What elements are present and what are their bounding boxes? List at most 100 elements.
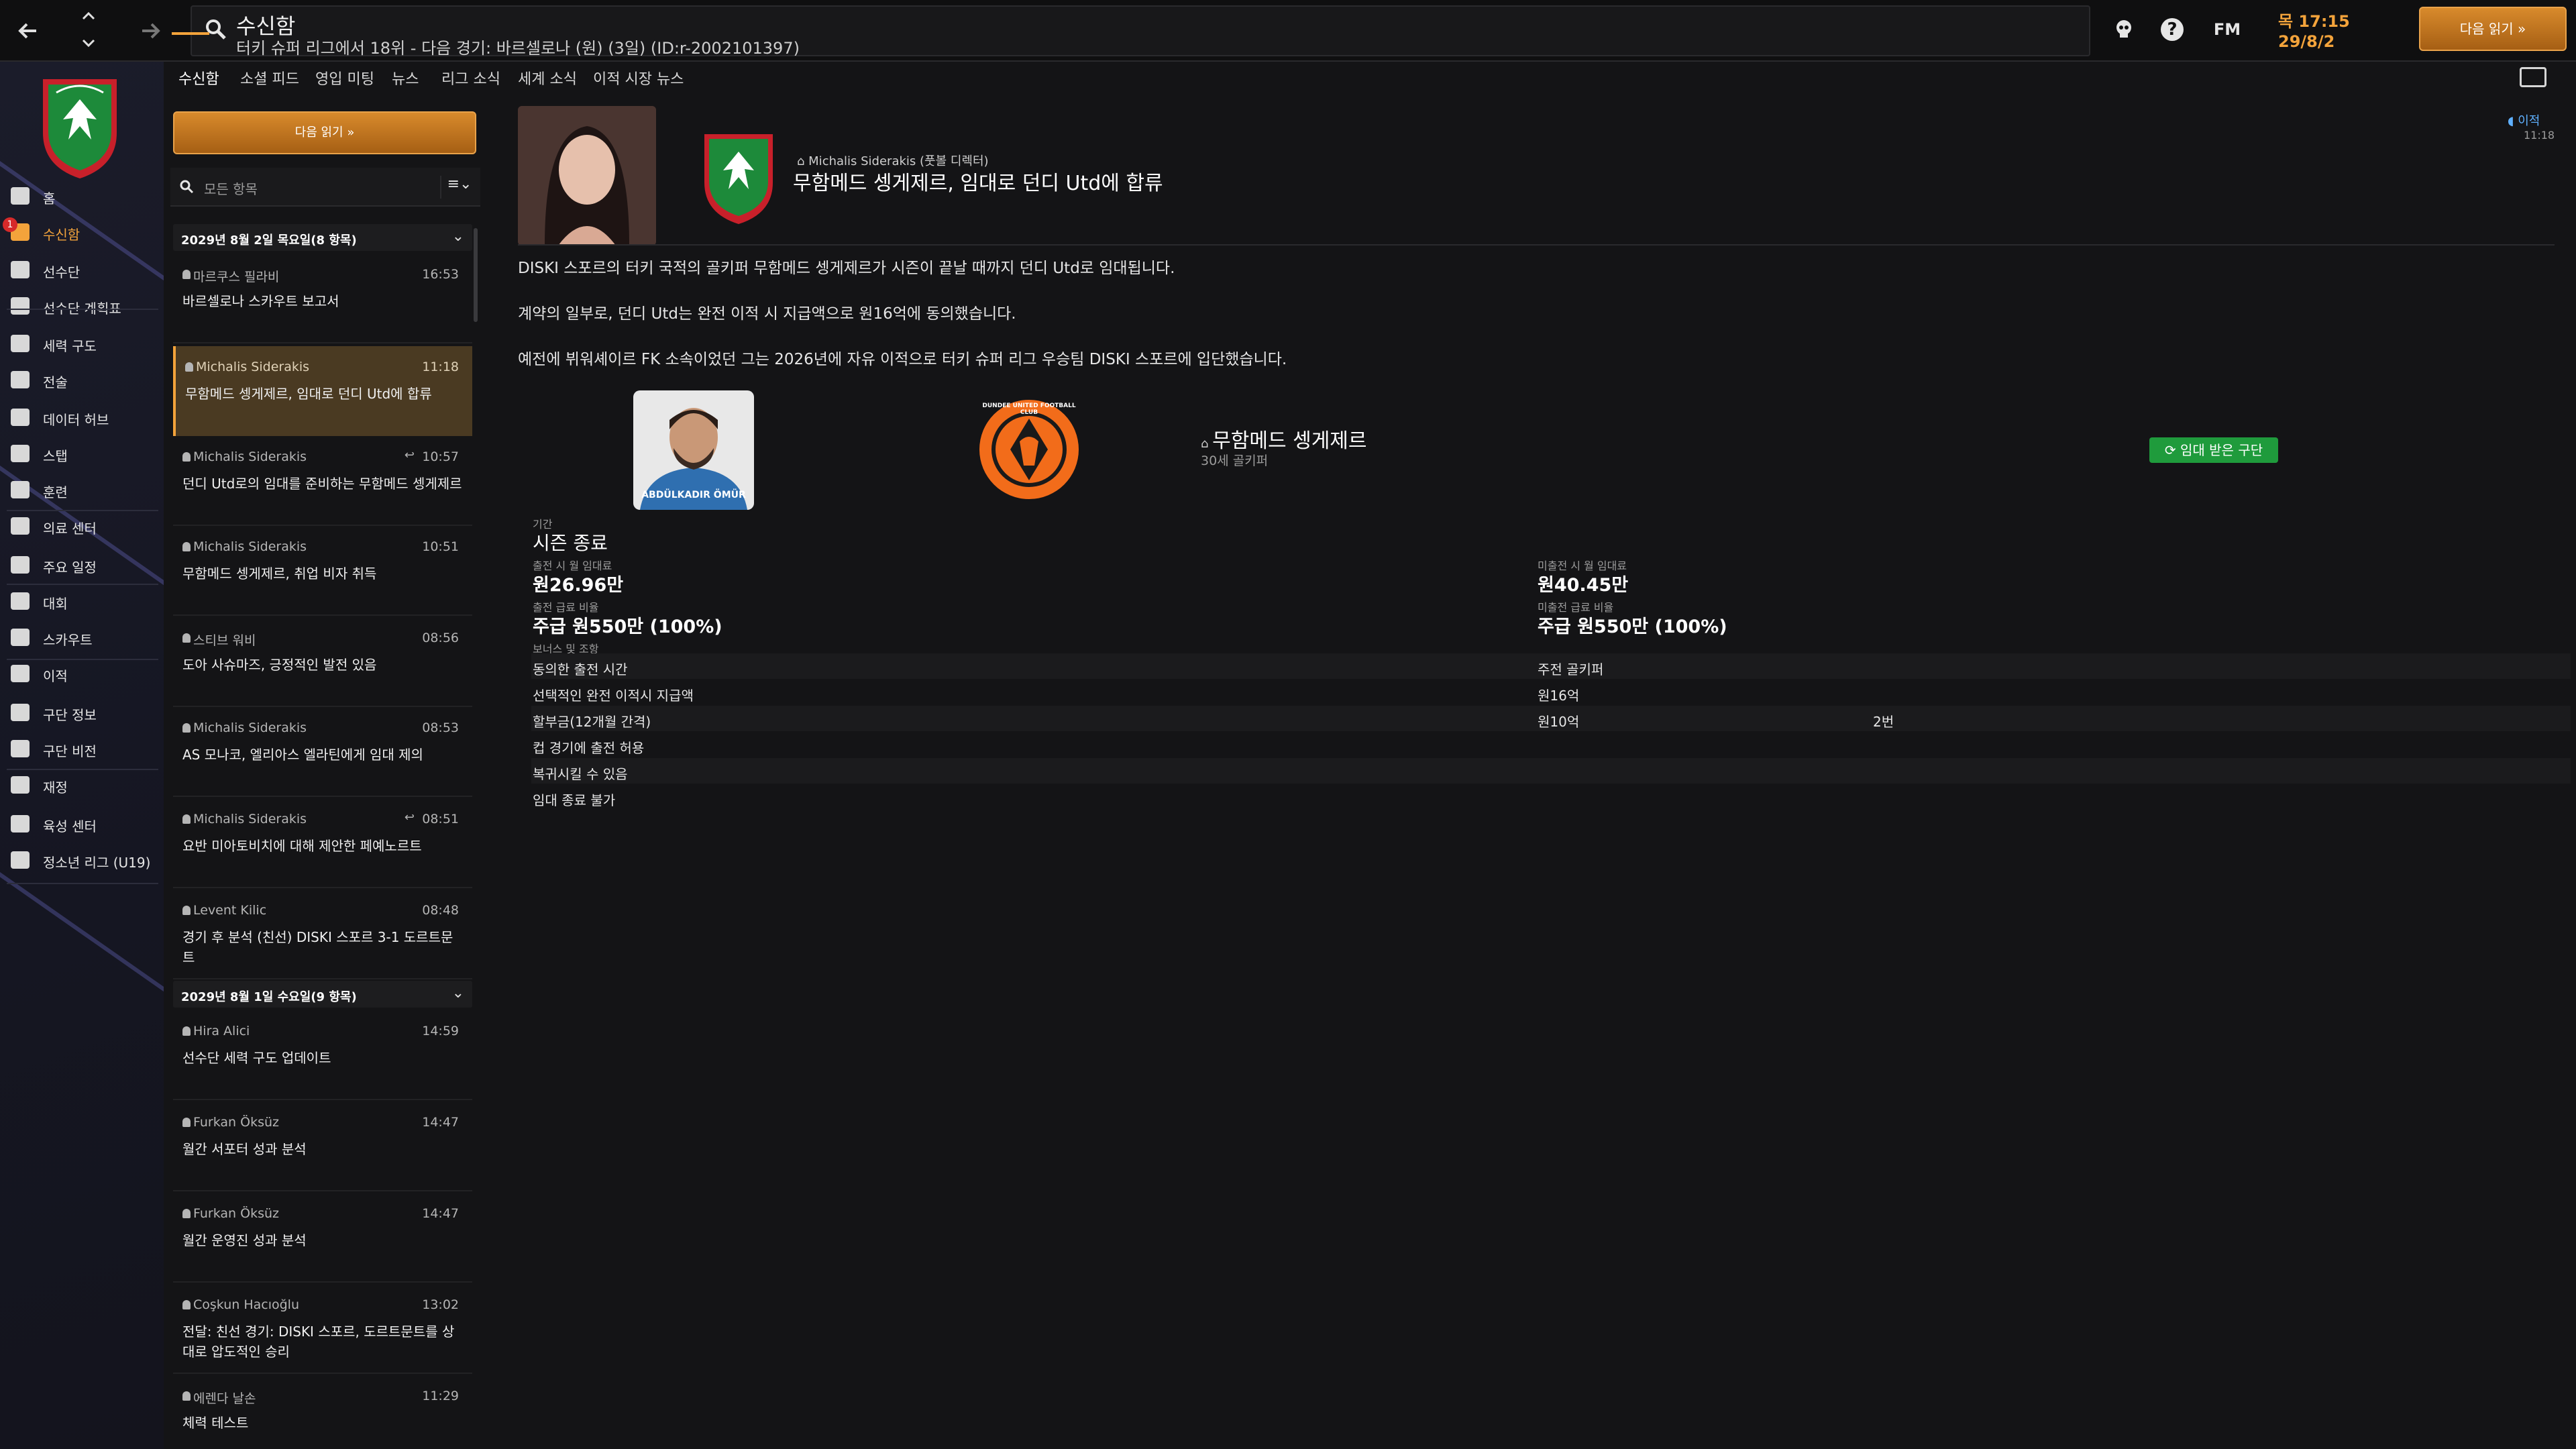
wage-unused-value: 주급 원550만 (100%)	[1538, 616, 1727, 637]
tab-news[interactable]: 뉴스	[392, 67, 419, 89]
message-list-item[interactable]: Michalis Siderakis 10:51 무함메드 셍게제르, 취업 비자 …	[173, 526, 472, 616]
search-bar[interactable]: 수신함 터키 슈퍼 리그에서 18위 - 다음 경기: 바르셀로나 (원) (3…	[191, 5, 2090, 58]
sidebar-item-label: 세력 구도	[43, 338, 97, 354]
message-paragraph: 예전에 뷔워셰이르 FK 소속이었던 그는 2026년에 자유 이적으로 터키 …	[518, 351, 1287, 368]
sidebar-item-label: 홈	[43, 191, 56, 207]
message-list-item[interactable]: Levent Kilic 08:48 경기 후 분석 (친선) DISKI 스포르 …	[173, 890, 472, 979]
message-list-item[interactable]: 에렌다 날손 11:29 체력 테스트	[173, 1375, 472, 1449]
back-arrow-icon[interactable]	[13, 15, 47, 47]
sidebar-item[interactable]: 전술	[0, 365, 164, 394]
loan-term-value: 원10억	[1538, 714, 1580, 730]
message-subject: AS 모나코, 엘리아스 엘라틴에게 임대 제의	[182, 747, 423, 763]
sidebar-item[interactable]: 육성 센터	[0, 809, 164, 839]
continue-list-label: 다음 읽기	[294, 125, 343, 140]
network-icon	[11, 335, 30, 352]
sidebar-item-label: 재정	[43, 780, 68, 796]
message-subject: 던디 Utd로의 임대를 준비하는 무함메드 셍게제르	[182, 476, 462, 492]
message-time: 13:02	[422, 1297, 459, 1312]
sidebar-item[interactable]: 수신함 1	[0, 217, 164, 247]
message-time: 08:51	[422, 812, 459, 826]
help-icon[interactable]: ?	[2161, 18, 2184, 41]
message-list-item[interactable]: Michalis Siderakis ↩ 10:57 던디 Utd로의 임대를 준비하…	[173, 436, 472, 526]
filter-menu-icon[interactable]: ≡⌄	[440, 176, 478, 199]
message-list-item[interactable]: Michalis Siderakis 08:53 AS 모나코, 엘리아스 엘라틴에…	[173, 707, 472, 797]
calendar-icon	[11, 556, 30, 574]
message-list-item[interactable]: Coşkun Hacıoğlu 13:02 전달: 친선 경기: DISKI 스포르…	[173, 1284, 472, 1374]
printer-icon[interactable]	[2520, 67, 2546, 87]
sidebar-item[interactable]: 데이터 허브	[0, 402, 164, 432]
transfer-tag-icon: ◖	[2508, 114, 2518, 128]
forward-arrow-icon[interactable]	[133, 15, 166, 47]
message-list-item[interactable]: Furkan Öksüz 14:47 월간 운영진 성과 분석	[173, 1193, 472, 1283]
tactics-icon	[11, 371, 30, 388]
sidebar-item[interactable]: 홈	[0, 181, 164, 211]
tab-transfer-news[interactable]: 이적 시장 뉴스	[593, 67, 684, 89]
list-scrollbar[interactable]	[474, 228, 478, 322]
tab-league-news[interactable]: 리그 소식	[441, 67, 500, 89]
person-icon	[182, 814, 191, 824]
continue-list-button[interactable]: 다음 읽기 »	[173, 111, 476, 154]
tab-recruitment-meeting[interactable]: 영입 미팅	[315, 67, 374, 89]
dundee-united-crest[interactable]: DUNDEE UNITED FOOTBALL CLUB	[978, 398, 1080, 500]
message-list-item[interactable]: Hira Alici 14:59 선수단 세력 구도 업데이트	[173, 1010, 472, 1100]
sidebar-item[interactable]: 훈련	[0, 475, 164, 504]
chevron-up-icon[interactable]	[75, 4, 102, 28]
sidebar-item[interactable]: 구단 정보	[0, 698, 164, 727]
sidebar-item[interactable]: 이적	[0, 659, 164, 688]
finance-icon	[11, 776, 30, 794]
message-time: 08:56	[422, 631, 459, 645]
player-name[interactable]: ⌂ 무함메드 셍게제르	[1201, 424, 1367, 453]
tab-world-news[interactable]: 세계 소식	[518, 67, 577, 89]
message-list-item[interactable]: Furkan Öksüz 14:47 월간 서포터 성과 분석	[173, 1102, 472, 1191]
loan-term-value: 주전 골키퍼	[1538, 661, 1604, 678]
chevron-down-icon[interactable]	[75, 31, 102, 55]
player-photo[interactable]: ABDÜLKADIR ÖMÜR	[633, 390, 754, 510]
club-crest-logo[interactable]	[36, 66, 123, 180]
message-subject: 요반 미아토비치에 대해 제안한 페예노르트	[182, 838, 422, 854]
message-list-item[interactable]: Michalis Siderakis ↩ 08:51 요반 미아토비치에 대해 제안한…	[173, 798, 472, 888]
sidebar-item-label: 의료 센터	[43, 521, 97, 537]
sidebar-item[interactable]: 스카우트	[0, 623, 164, 652]
tab-inbox[interactable]: 수신함	[178, 67, 219, 89]
transfer-tag[interactable]: ◖ 이적	[2508, 111, 2540, 129]
message-list-item[interactable]: Michalis Siderakis 11:18 무함메드 셍게제르, 임대로 던디…	[173, 346, 472, 436]
continue-button[interactable]: 다음 읽기 »	[2419, 7, 2567, 51]
date-group-header[interactable]: 2029년 8월 2일 목요일(8 항목) ⌄	[173, 224, 472, 251]
tab-social-feed[interactable]: 소셜 피드	[240, 67, 299, 89]
tab-bar: 수신함 소셜 피드 영입 미팅 뉴스 리그 소식 세계 소식 이적 시장 뉴스	[164, 62, 2576, 97]
loan-term-name: 동의한 출전 시간	[533, 661, 628, 678]
sidebar-item[interactable]: 의료 센터	[0, 511, 164, 541]
loan-club-badge[interactable]: ⟳ 임대 받은 구단	[2149, 437, 2278, 463]
sidebar-item[interactable]: 대회	[0, 586, 164, 616]
sidebar-item[interactable]: 구단 비전	[0, 734, 164, 763]
loan-term-row: 컵 경기에 출전 허용	[531, 732, 2571, 757]
sidebar-item-label: 스탭	[43, 448, 68, 464]
sidebar-item[interactable]: 정소년 리그 (U19)	[0, 845, 164, 875]
date-group-header[interactable]: 2029년 8월 1일 수요일(9 항목) ⌄	[173, 981, 472, 1008]
message-subject: 체력 테스트	[182, 1415, 249, 1431]
staff-icon	[11, 445, 30, 462]
message-time: 08:48	[422, 903, 459, 918]
message-subject: 도아 사슈마즈, 긍정적인 발전 있음	[182, 657, 377, 673]
message-list-item[interactable]: 마르쿠스 필라비 16:53 바르셀로나 스카우트 보고서	[173, 254, 472, 343]
message-sender: Levent Kilic	[193, 903, 267, 918]
training-icon	[11, 481, 30, 498]
message-sender: Furkan Öksüz	[193, 1206, 280, 1221]
message-time: 14:47	[422, 1206, 459, 1221]
sidebar-item-label: 대회	[43, 596, 68, 612]
club-crest-logo[interactable]	[699, 125, 778, 225]
sidebar-item[interactable]: 세력 구도	[0, 329, 164, 358]
sidebar-item[interactable]: 선수단 계획표	[0, 291, 164, 321]
fm-logo[interactable]: FM	[2207, 16, 2247, 43]
sidebar-item[interactable]: 스탭	[0, 439, 164, 468]
sidebar-item[interactable]: 선수단	[0, 255, 164, 284]
filter-field[interactable]: 모든 항목 ≡⌄	[170, 168, 480, 207]
chevron-down-icon: ⌄	[451, 228, 464, 245]
message-time: 16:53	[422, 267, 459, 282]
sidebar-item-label: 이적	[43, 668, 68, 684]
message-list-item[interactable]: 스티브 워비 08:56 도아 사슈마즈, 긍정적인 발전 있음	[173, 617, 472, 707]
date-display[interactable]: 목 17:15 29/8/2	[2271, 8, 2399, 52]
sidebar-item[interactable]: 주요 일정	[0, 550, 164, 580]
sidebar-item[interactable]: 재정	[0, 770, 164, 800]
skull-icon[interactable]	[2110, 16, 2137, 43]
